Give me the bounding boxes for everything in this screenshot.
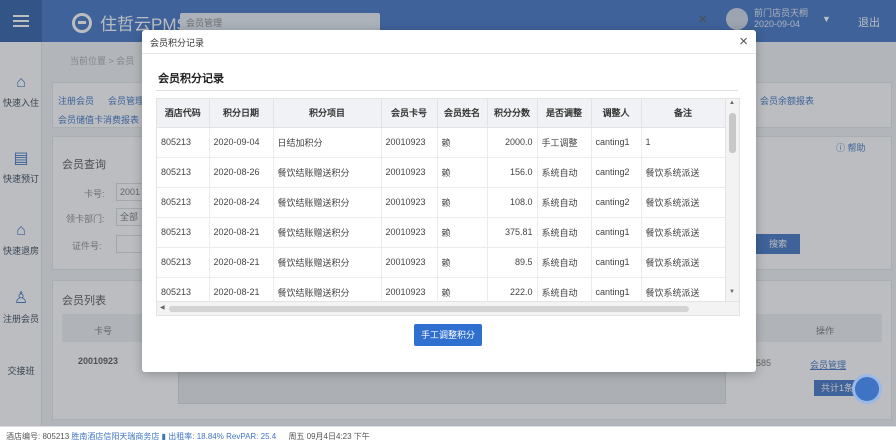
table-row[interactable]: 805213 2020-08-21 餐饮结账赠送积分 20010923 赖 375.81 系…	[157, 217, 726, 248]
scroll-up-icon[interactable]: ▲	[729, 100, 735, 106]
section-title: 会员积分记录	[158, 73, 224, 85]
col-adjuster: 调整人	[591, 99, 642, 128]
table-cell: 赖	[437, 157, 488, 188]
table-cell: 餐饮结账赠送积分	[273, 247, 382, 278]
table-cell: 20010923	[381, 157, 438, 188]
table-cell: canting2	[591, 187, 642, 218]
table-cell: 餐饮系统派送	[641, 217, 726, 248]
divider	[156, 90, 738, 91]
revpar: RevPAR: 25.4	[226, 432, 277, 441]
points-table: 酒店代码 积分日期 积分项目 会员卡号 会员姓名 积分分数 是否调整 调整人 备…	[156, 98, 740, 316]
table-cell: 375.81	[487, 217, 538, 248]
col-points: 积分分数	[487, 99, 538, 128]
hotel-code-label: 酒店编号:	[6, 432, 41, 441]
table-cell: 805213	[157, 157, 210, 188]
table-cell: canting1	[591, 217, 642, 248]
col-member-name: 会员姓名	[437, 99, 488, 128]
table-cell: 餐饮结账赠送积分	[273, 187, 382, 218]
manual-adjust-points-button[interactable]: 手工调整积分	[414, 324, 482, 346]
table-cell: 805213	[157, 187, 210, 218]
table-cell: 2020-08-21	[209, 217, 274, 248]
table-cell: 156.0	[487, 157, 538, 188]
table-cell: 20010923	[381, 187, 438, 218]
table-cell: 赖	[437, 187, 488, 218]
table-row[interactable]: 805213 2020-08-21 餐饮结账赠送积分 20010923 赖 89.5 系统自…	[157, 247, 726, 278]
table-cell: 2020-08-21	[209, 247, 274, 278]
points-record-dialog: 会员积分记录 × 会员积分记录 酒店代码 积分日期 积分项目 会员卡号 会员姓名…	[142, 30, 756, 372]
table-cell: 2020-08-26	[209, 157, 274, 188]
col-date: 积分日期	[209, 99, 274, 128]
close-icon[interactable]: ×	[739, 33, 748, 50]
table-cell: 1	[641, 127, 726, 158]
table-cell: 805213	[157, 127, 210, 158]
scroll-thumb[interactable]	[729, 113, 736, 153]
dialog-title: 会员积分记录	[150, 38, 205, 48]
table-cell: 餐饮结账赠送积分	[273, 217, 382, 248]
table-cell: 日结加积分	[273, 127, 382, 158]
table-cell: 系统自动	[537, 247, 592, 278]
table-cell: 系统自动	[537, 157, 592, 188]
scroll-thumb-horizontal[interactable]	[169, 306, 689, 312]
table-cell: 20010923	[381, 127, 438, 158]
table-cell: 20010923	[381, 247, 438, 278]
col-item: 积分项目	[273, 99, 382, 128]
table-cell: 赖	[437, 217, 488, 248]
hotel-name[interactable]: 胜南酒店信阳天瑞商务店	[71, 432, 159, 441]
dialog-header: 会员积分记录	[142, 30, 756, 54]
datetime: 周五 09月4日4:23 下午	[288, 432, 370, 441]
horizontal-scrollbar[interactable]: ◀	[157, 301, 739, 315]
table-cell: 89.5	[487, 247, 538, 278]
scroll-down-icon[interactable]: ▼	[729, 289, 735, 295]
table-cell: 2020-08-24	[209, 187, 274, 218]
table-cell: 108.0	[487, 187, 538, 218]
scroll-left-icon[interactable]: ◀	[160, 304, 165, 311]
table-cell: 系统自动	[537, 217, 592, 248]
table-cell: 系统自动	[537, 187, 592, 218]
table-header: 酒店代码 积分日期 积分项目 会员卡号 会员姓名 积分分数 是否调整 调整人 备…	[157, 99, 726, 128]
table-cell: canting2	[591, 157, 642, 188]
table-cell: canting1	[591, 127, 642, 158]
table-cell: 手工调整	[537, 127, 592, 158]
table-cell: 餐饮系统派送	[641, 247, 726, 278]
table-cell: canting1	[591, 247, 642, 278]
table-row[interactable]: 805213 2020-08-26 餐饮结账赠送积分 20010923 赖 156.0 系统…	[157, 157, 726, 188]
table-cell: 20010923	[381, 217, 438, 248]
chart-icon: ▮	[161, 432, 167, 441]
table-cell: 2000.0	[487, 127, 538, 158]
hotel-code: 805213	[42, 432, 70, 441]
table-cell: 2020-09-04	[209, 127, 274, 158]
vertical-scrollbar[interactable]: ▲ ▼	[725, 99, 739, 301]
col-remark: 备注	[641, 99, 726, 128]
table-cell: 805213	[157, 217, 210, 248]
table-cell: 赖	[437, 127, 488, 158]
occupancy: 出租率: 18.84%	[168, 432, 224, 441]
table-row[interactable]: 805213 2020-09-04 日结加积分 20010923 赖 2000.0 手工调整…	[157, 127, 726, 158]
floating-action-button[interactable]	[852, 374, 882, 404]
col-hotel-code: 酒店代码	[157, 99, 210, 128]
table-cell: 餐饮结账赠送积分	[273, 157, 382, 188]
table-cell: 餐饮系统派送	[641, 187, 726, 218]
col-card-no: 会员卡号	[381, 99, 438, 128]
status-bar: 酒店编号: 805213 胜南酒店信阳天瑞商务店 ▮ 出租率: 18.84% R…	[0, 426, 896, 444]
table-cell: 赖	[437, 247, 488, 278]
table-cell: 805213	[157, 247, 210, 278]
col-adjusted: 是否调整	[537, 99, 592, 128]
table-row[interactable]: 805213 2020-08-24 餐饮结账赠送积分 20010923 赖 108.0 系统…	[157, 187, 726, 218]
table-cell: 餐饮系统派送	[641, 157, 726, 188]
